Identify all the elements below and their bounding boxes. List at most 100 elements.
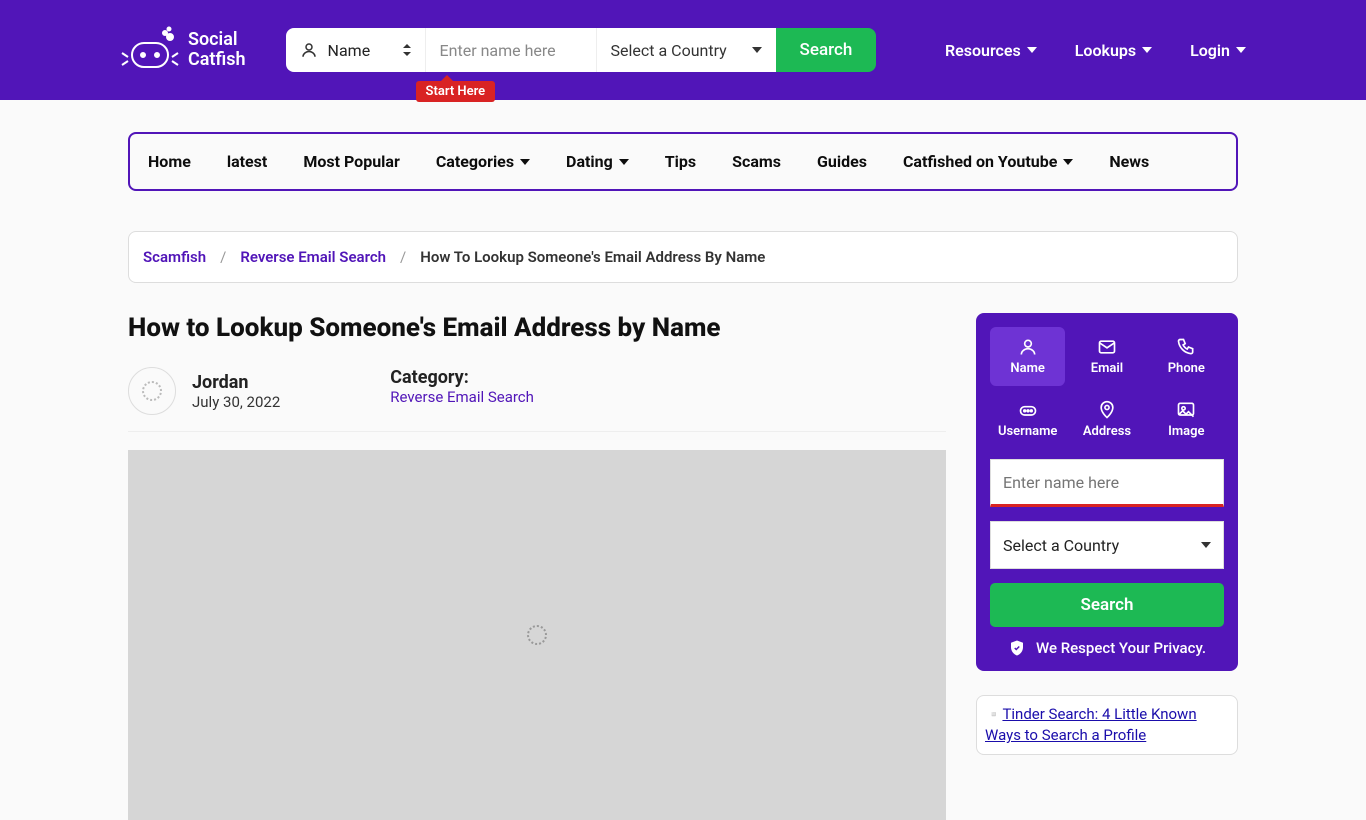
search-type-selector[interactable]: Name <box>286 28 426 72</box>
category-nav-label: Tips <box>665 152 696 171</box>
breadcrumb-separator: / <box>220 248 226 266</box>
category-nav-label: Catfished on Youtube <box>903 152 1057 171</box>
username-icon <box>1018 400 1038 420</box>
widget-search-button[interactable]: Search <box>990 583 1224 627</box>
avatar <box>128 367 176 415</box>
category-nav-label: Categories <box>436 152 514 171</box>
phone-icon <box>1176 337 1196 357</box>
privacy-text: We Respect Your Privacy. <box>1036 639 1206 657</box>
category-nav-label: Guides <box>817 152 867 171</box>
nav-label: Resources <box>945 41 1021 60</box>
category-nav-item[interactable]: News <box>1109 152 1149 171</box>
caret-down-icon <box>1142 47 1152 53</box>
category-link[interactable]: Reverse Email Search <box>390 388 534 406</box>
category-nav-item[interactable]: Categories <box>436 152 530 171</box>
widget-tab-name[interactable]: Name <box>990 327 1065 386</box>
sort-icon <box>403 44 411 56</box>
breadcrumb-current: How To Lookup Someone's Email Address By… <box>420 248 765 266</box>
article-meta: Jordan July 30, 2022 Category: Reverse E… <box>128 367 946 432</box>
header-search-bar: Name Select a Country Search Start Here <box>286 28 877 72</box>
catfish-logo-icon <box>120 25 180 75</box>
category-nav-item[interactable]: latest <box>227 152 267 171</box>
author-name[interactable]: Jordan <box>192 372 280 393</box>
category-nav-label: News <box>1109 152 1149 171</box>
header-search-input[interactable] <box>426 28 596 72</box>
person-icon <box>300 41 318 59</box>
privacy-notice: We Respect Your Privacy. <box>990 639 1224 657</box>
category-nav: Home latest Most Popular Categories Dating Ti… <box>128 132 1238 191</box>
category-nav-label: Dating <box>566 152 613 171</box>
category-nav-item[interactable]: Tips <box>665 152 696 171</box>
header-search-button[interactable]: Search <box>776 28 877 72</box>
caret-down-icon <box>1236 47 1246 53</box>
shield-icon <box>1008 639 1026 657</box>
widget-tab-username[interactable]: Username <box>990 390 1065 449</box>
category-nav-item[interactable]: Dating <box>566 152 629 171</box>
widget-tab-label: Address <box>1083 424 1131 439</box>
start-here-badge: Start Here <box>416 81 496 102</box>
category-nav-item[interactable]: Home <box>148 152 191 171</box>
widget-country-select[interactable]: Select a Country <box>990 521 1224 569</box>
country-select[interactable]: Select a Country <box>596 28 776 72</box>
nav-label: Login <box>1190 41 1230 60</box>
logo[interactable]: Social Catfish <box>120 25 246 75</box>
caret-down-icon <box>1027 47 1037 53</box>
category-nav-label: latest <box>227 152 267 171</box>
nav-lookups[interactable]: Lookups <box>1075 41 1152 60</box>
category-heading: Category: <box>390 367 534 388</box>
widget-tab-phone[interactable]: Phone <box>1149 327 1224 386</box>
search-widget: Name Email Phone Username Address Image Selec… <box>976 313 1238 671</box>
loading-spinner-icon <box>142 381 162 401</box>
widget-tab-label: Image <box>1168 424 1204 439</box>
category-nav-item[interactable]: Most Popular <box>303 152 400 171</box>
widget-tab-image[interactable]: Image <box>1149 390 1224 449</box>
image-icon <box>1176 400 1196 420</box>
article-date: July 30, 2022 <box>192 393 280 411</box>
caret-down-icon <box>619 159 629 165</box>
widget-tabs: Name Email Phone Username Address Image <box>990 327 1224 449</box>
category-nav-item[interactable]: Guides <box>817 152 867 171</box>
breadcrumb: Scamfish / Reverse Email Search / How To… <box>128 231 1238 283</box>
widget-tab-label: Username <box>998 424 1057 439</box>
category-block: Category: Reverse Email Search <box>390 367 534 415</box>
site-header: Social Catfish Name Select a Country Sea… <box>0 0 1366 100</box>
email-icon <box>1097 337 1117 357</box>
breadcrumb-link-scamfish[interactable]: Scamfish <box>143 248 206 266</box>
header-nav: Resources Lookups Login <box>945 41 1246 60</box>
nav-label: Lookups <box>1075 41 1136 60</box>
article: How to Lookup Someone's Email Address by… <box>128 313 946 820</box>
category-nav-item[interactable]: Catfished on Youtube <box>903 152 1073 171</box>
related-article-card[interactable]: ▫️Tinder Search: 4 Little Known Ways to … <box>976 695 1238 755</box>
caret-down-icon <box>520 159 530 165</box>
caret-down-icon <box>752 47 762 53</box>
nav-login[interactable]: Login <box>1190 41 1246 60</box>
sidebar: Name Email Phone Username Address Image Selec… <box>976 313 1238 755</box>
broken-image-icon: ▫️ <box>985 707 1002 723</box>
logo-text: Social Catfish <box>188 30 246 70</box>
breadcrumb-link-reverse-email[interactable]: Reverse Email Search <box>240 248 386 266</box>
category-nav-label: Scams <box>732 152 781 171</box>
author-block: Jordan July 30, 2022 <box>128 367 280 415</box>
category-nav-label: Home <box>148 152 191 171</box>
breadcrumb-separator: / <box>400 248 406 266</box>
related-article-link[interactable]: Tinder Search: 4 Little Known Ways to Se… <box>985 705 1197 744</box>
search-type-label: Name <box>328 41 393 60</box>
widget-tab-label: Name <box>1010 361 1044 376</box>
name-icon <box>1018 337 1038 357</box>
widget-tab-label: Phone <box>1168 361 1205 376</box>
caret-down-icon <box>1063 159 1073 165</box>
widget-tab-label: Email <box>1091 361 1123 376</box>
featured-image-placeholder <box>128 450 946 820</box>
category-nav-item[interactable]: Scams <box>732 152 781 171</box>
category-nav-label: Most Popular <box>303 152 400 171</box>
caret-down-icon <box>1201 542 1211 548</box>
page-title: How to Lookup Someone's Email Address by… <box>128 313 946 343</box>
widget-country-label: Select a Country <box>1003 536 1119 555</box>
widget-tab-address[interactable]: Address <box>1069 390 1144 449</box>
widget-search-input[interactable] <box>990 459 1224 507</box>
country-select-label: Select a Country <box>611 41 727 60</box>
widget-tab-email[interactable]: Email <box>1069 327 1144 386</box>
nav-resources[interactable]: Resources <box>945 41 1037 60</box>
address-icon <box>1097 400 1117 420</box>
loading-spinner-icon <box>527 625 547 645</box>
